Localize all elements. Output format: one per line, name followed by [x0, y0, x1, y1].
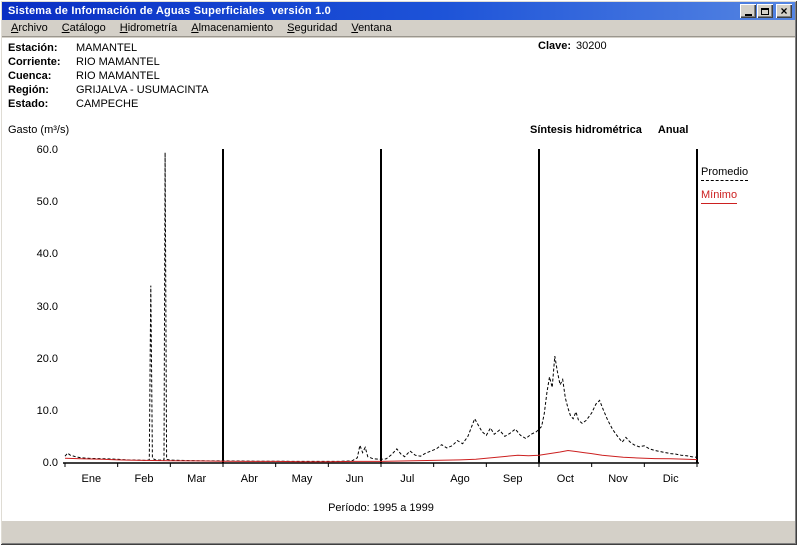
info-label: Cuenca: — [8, 69, 76, 83]
clave-value: 30200 — [576, 40, 607, 52]
station-info-panel: Estación:MAMANTELCorriente:RIO MAMANTELC… — [8, 40, 209, 110]
y-tick-label: 30.0 — [18, 301, 58, 313]
chart-title: Síntesis hidrométrica Anual — [530, 124, 688, 136]
y-tick-label: 60.0 — [18, 144, 58, 156]
info-label: Estación: — [8, 41, 76, 55]
legend-promedio-label: Promedio — [701, 166, 748, 178]
month-label-dic: Dic — [649, 473, 693, 485]
chart-legend: Promedio Mínimo — [701, 166, 748, 204]
series-promedio — [65, 153, 697, 462]
clave-label: Clave: — [538, 40, 576, 52]
series-minimo — [65, 451, 697, 462]
month-label-mar: Mar — [175, 473, 219, 485]
month-label-jun: Jun — [333, 473, 377, 485]
info-value: GRIJALVA - USUMACINTA — [76, 84, 209, 96]
month-label-jul: Jul — [385, 473, 429, 485]
month-label-nov: Nov — [596, 473, 640, 485]
info-value: RIO MAMANTEL — [76, 70, 160, 82]
chart-mode-label: Anual — [658, 124, 689, 136]
info-label: Región: — [8, 83, 76, 97]
info-row: Estado:CAMPECHE — [8, 96, 209, 110]
clave-field: Clave:30200 — [538, 40, 607, 52]
y-tick-label: 50.0 — [18, 196, 58, 208]
info-row: Corriente:RIO MAMANTEL — [8, 54, 209, 68]
y-axis-title: Gasto (m³/s) — [8, 124, 69, 136]
month-label-may: May — [280, 473, 324, 485]
legend-minimo: Mínimo — [701, 189, 737, 204]
info-value: RIO MAMANTEL — [76, 56, 160, 68]
legend-minimo-label: Mínimo — [701, 189, 737, 201]
month-label-oct: Oct — [543, 473, 587, 485]
legend-promedio: Promedio — [701, 166, 748, 181]
app-window: Sistema de Información de Aguas Superfic… — [0, 0, 797, 545]
info-value: MAMANTEL — [76, 42, 137, 54]
month-label-abr: Abr — [227, 473, 271, 485]
y-tick-label: 10.0 — [18, 405, 58, 417]
y-tick-label: 20.0 — [18, 353, 58, 365]
y-tick-label: 0.0 — [18, 457, 58, 469]
chart-title-text: Síntesis hidrométrica — [530, 124, 642, 136]
info-row: Cuenca:RIO MAMANTEL — [8, 68, 209, 82]
y-tick-label: 40.0 — [18, 248, 58, 260]
chart-layer: Estación:MAMANTELCorriente:RIO MAMANTELC… — [0, 0, 797, 545]
month-label-sep: Sep — [491, 473, 535, 485]
info-value: CAMPECHE — [76, 98, 138, 110]
info-row: Estación:MAMANTEL — [8, 40, 209, 54]
month-label-ene: Ene — [69, 473, 113, 485]
info-row: Región:GRIJALVA - USUMACINTA — [8, 82, 209, 96]
month-label-feb: Feb — [122, 473, 166, 485]
month-label-ago: Ago — [438, 473, 482, 485]
info-label: Corriente: — [8, 55, 76, 69]
period-label: Período: 1995 a 1999 — [65, 502, 697, 514]
info-label: Estado: — [8, 97, 76, 111]
